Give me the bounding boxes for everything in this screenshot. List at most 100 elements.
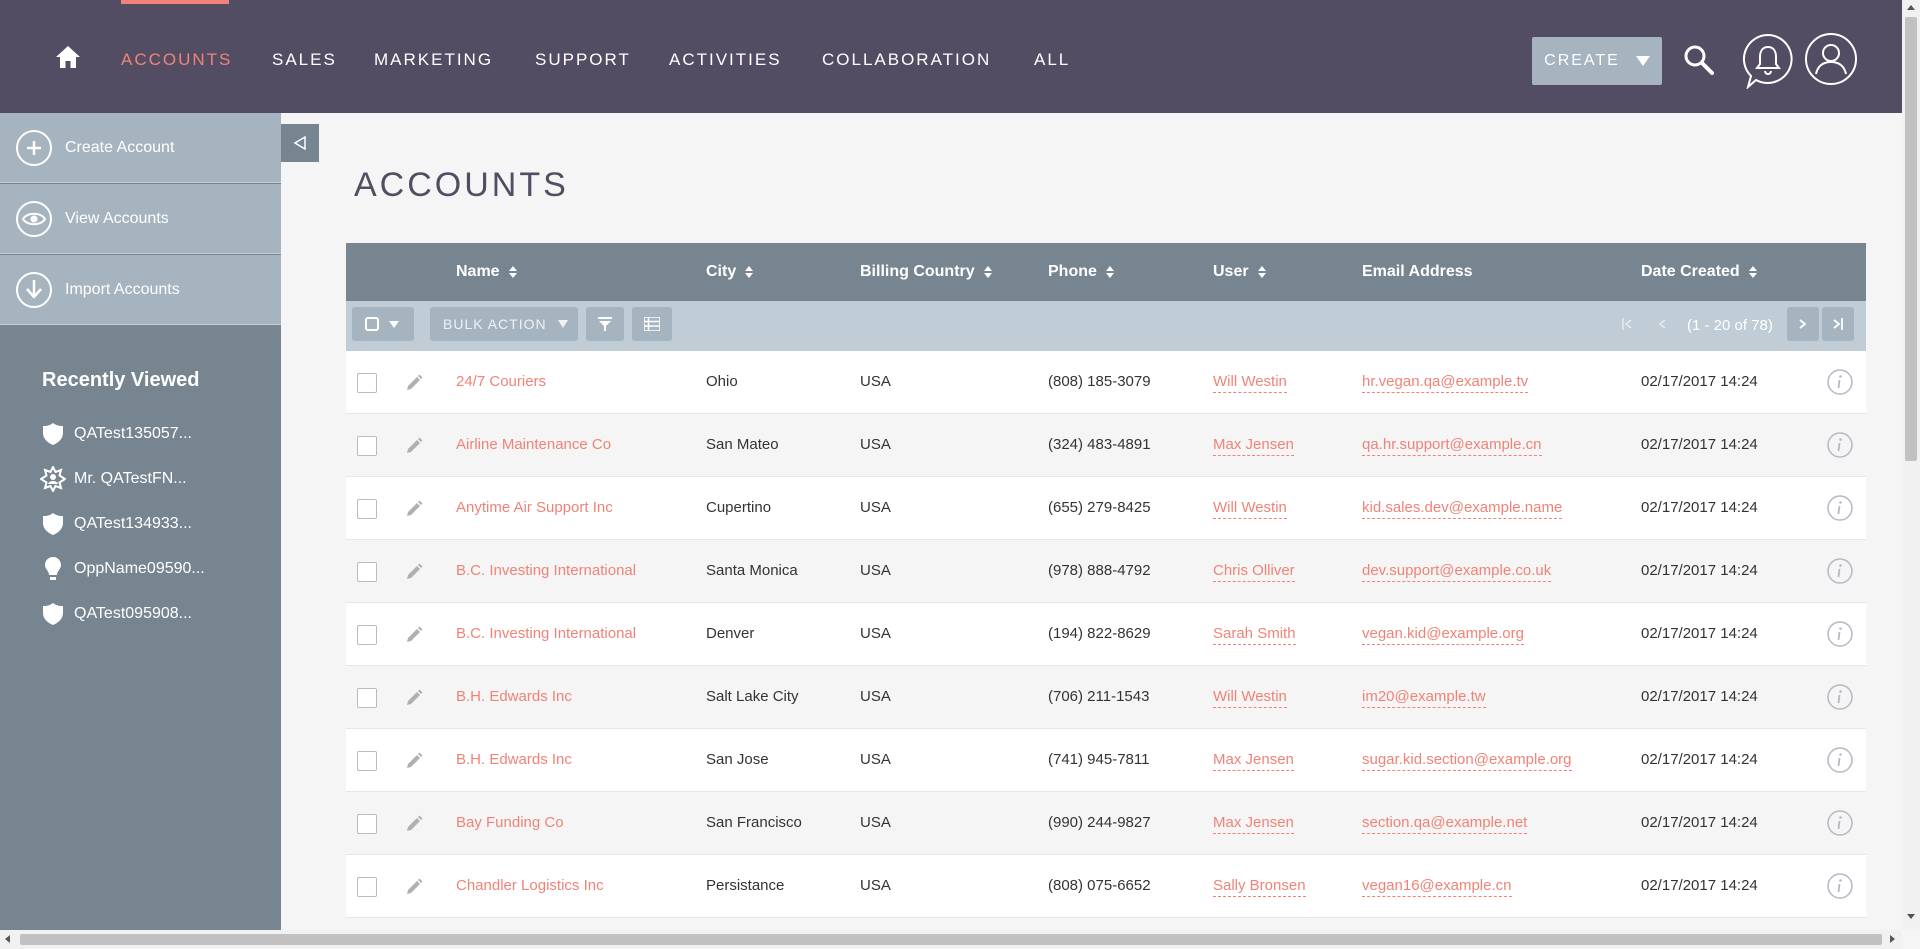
scroll-right-arrow[interactable]: [1890, 935, 1895, 943]
last-page-button[interactable]: [1822, 307, 1854, 341]
cell-name[interactable]: Anytime Air Support Inc: [456, 499, 613, 516]
next-page-button[interactable]: [1787, 307, 1819, 341]
nav-activities[interactable]: ACTIVITIES: [669, 50, 782, 70]
sidebar-collapse-button[interactable]: [281, 124, 319, 162]
cell-name[interactable]: B.H. Edwards Inc: [456, 751, 572, 768]
previous-page-button[interactable]: [1646, 307, 1678, 341]
sidebar-create-account[interactable]: Create Account: [0, 113, 281, 183]
edit-pencil-icon[interactable]: [404, 877, 424, 897]
vertical-scrollbar[interactable]: [1902, 0, 1920, 930]
row-checkbox[interactable]: [357, 688, 377, 708]
edit-pencil-icon[interactable]: [404, 436, 424, 456]
row-checkbox[interactable]: [357, 625, 377, 645]
nav-collaboration[interactable]: COLLABORATION: [822, 50, 991, 70]
row-checkbox[interactable]: [357, 562, 377, 582]
row-checkbox[interactable]: [357, 751, 377, 771]
recent-item[interactable]: QATest095908...: [40, 600, 192, 628]
cell-email[interactable]: vegan.kid@example.org: [1362, 625, 1524, 645]
cell-email[interactable]: hr.vegan.qa@example.tv: [1362, 373, 1529, 393]
recent-item[interactable]: Mr. QATestFN...: [40, 465, 187, 493]
info-icon[interactable]: [1826, 683, 1854, 711]
edit-pencil-icon[interactable]: [404, 499, 424, 519]
scroll-up-arrow[interactable]: [1907, 5, 1915, 10]
cell-user[interactable]: Sarah Smith: [1213, 625, 1296, 645]
bulk-action-button[interactable]: BULK ACTION: [430, 307, 578, 341]
cell-user[interactable]: Will Westin: [1213, 499, 1287, 519]
edit-pencil-icon[interactable]: [404, 688, 424, 708]
column-header-phone[interactable]: Phone: [1048, 263, 1114, 281]
cell-user[interactable]: Will Westin: [1213, 688, 1287, 708]
filter-button[interactable]: [586, 307, 624, 341]
cell-name[interactable]: 24/7 Couriers: [456, 373, 546, 390]
create-button[interactable]: CREATE: [1532, 37, 1662, 85]
edit-pencil-icon[interactable]: [404, 814, 424, 834]
info-icon[interactable]: [1826, 872, 1854, 900]
sidebar-import-accounts[interactable]: Import Accounts: [0, 255, 281, 325]
first-page-button[interactable]: [1611, 307, 1643, 341]
edit-pencil-icon[interactable]: [404, 751, 424, 771]
cell-name[interactable]: Bay Funding Co: [456, 814, 564, 831]
info-icon[interactable]: [1826, 557, 1854, 585]
info-icon[interactable]: [1826, 494, 1854, 522]
cell-email[interactable]: sugar.kid.section@example.org: [1362, 751, 1572, 771]
row-checkbox[interactable]: [357, 436, 377, 456]
cell-email[interactable]: kid.sales.dev@example.name: [1362, 499, 1563, 519]
cell-user[interactable]: Will Westin: [1213, 373, 1287, 393]
column-header-name[interactable]: Name: [456, 263, 517, 281]
search-icon[interactable]: [1683, 44, 1715, 76]
cell-email[interactable]: dev.support@example.co.uk: [1362, 562, 1552, 582]
edit-pencil-icon[interactable]: [404, 625, 424, 645]
list-icon: [644, 317, 660, 331]
cell-billing-country: USA: [860, 688, 891, 705]
nav-marketing[interactable]: MARKETING: [374, 50, 493, 70]
sidebar-view-accounts[interactable]: View Accounts: [0, 184, 281, 254]
nav-support[interactable]: SUPPORT: [535, 50, 631, 70]
notifications-bell-icon[interactable]: [1742, 33, 1794, 89]
cell-user[interactable]: Chris Olliver: [1213, 562, 1295, 582]
horizontal-scrollbar[interactable]: [0, 930, 1902, 949]
scrollbar-thumb[interactable]: [1905, 17, 1917, 461]
cell-email[interactable]: qa.hr.support@example.cn: [1362, 436, 1542, 456]
recent-item[interactable]: OppName09590...: [40, 555, 205, 583]
cell-name[interactable]: Chandler Logistics Inc: [456, 877, 604, 894]
column-header-city[interactable]: City: [706, 263, 754, 281]
row-checkbox[interactable]: [357, 814, 377, 834]
edit-pencil-icon[interactable]: [404, 373, 424, 393]
column-header-billing-country[interactable]: Billing Country: [860, 263, 992, 281]
row-checkbox[interactable]: [357, 877, 377, 897]
nav-all[interactable]: ALL: [1034, 50, 1070, 70]
recent-item[interactable]: QATest135057...: [40, 420, 192, 448]
info-icon[interactable]: [1826, 620, 1854, 648]
info-icon[interactable]: [1826, 368, 1854, 396]
cell-user[interactable]: Max Jensen: [1213, 751, 1294, 771]
nav-accounts[interactable]: ACCOUNTS: [121, 50, 232, 70]
recent-item[interactable]: QATest134933...: [40, 510, 192, 538]
column-header-user[interactable]: User: [1213, 263, 1266, 281]
nav-sales[interactable]: SALES: [272, 50, 337, 70]
cell-name[interactable]: Airline Maintenance Co: [456, 436, 611, 453]
cell-email[interactable]: vegan16@example.cn: [1362, 877, 1512, 897]
select-all-dropdown[interactable]: [352, 307, 414, 341]
scroll-left-arrow[interactable]: [5, 935, 10, 943]
scrollbar-thumb[interactable]: [20, 934, 1882, 945]
home-icon[interactable]: [54, 44, 82, 70]
row-checkbox[interactable]: [357, 373, 377, 393]
cell-user[interactable]: Sally Bronsen: [1213, 877, 1306, 897]
cell-user[interactable]: Max Jensen: [1213, 436, 1294, 456]
cell-email[interactable]: im20@example.tw: [1362, 688, 1486, 708]
table-row: Anytime Air Support Inc Cupertino USA (655)…: [346, 477, 1866, 540]
cell-name[interactable]: B.C. Investing International: [456, 625, 636, 642]
info-icon[interactable]: [1826, 746, 1854, 774]
column-chooser-button[interactable]: [632, 307, 672, 341]
scroll-down-arrow[interactable]: [1907, 914, 1915, 919]
edit-pencil-icon[interactable]: [404, 562, 424, 582]
info-icon[interactable]: [1826, 431, 1854, 459]
row-checkbox[interactable]: [357, 499, 377, 519]
column-header-date-created[interactable]: Date Created: [1641, 263, 1757, 281]
user-profile-icon[interactable]: [1804, 32, 1858, 86]
cell-name[interactable]: B.C. Investing International: [456, 562, 636, 579]
cell-email[interactable]: section.qa@example.net: [1362, 814, 1528, 834]
cell-name[interactable]: B.H. Edwards Inc: [456, 688, 572, 705]
cell-user[interactable]: Max Jensen: [1213, 814, 1294, 834]
info-icon[interactable]: [1826, 809, 1854, 837]
